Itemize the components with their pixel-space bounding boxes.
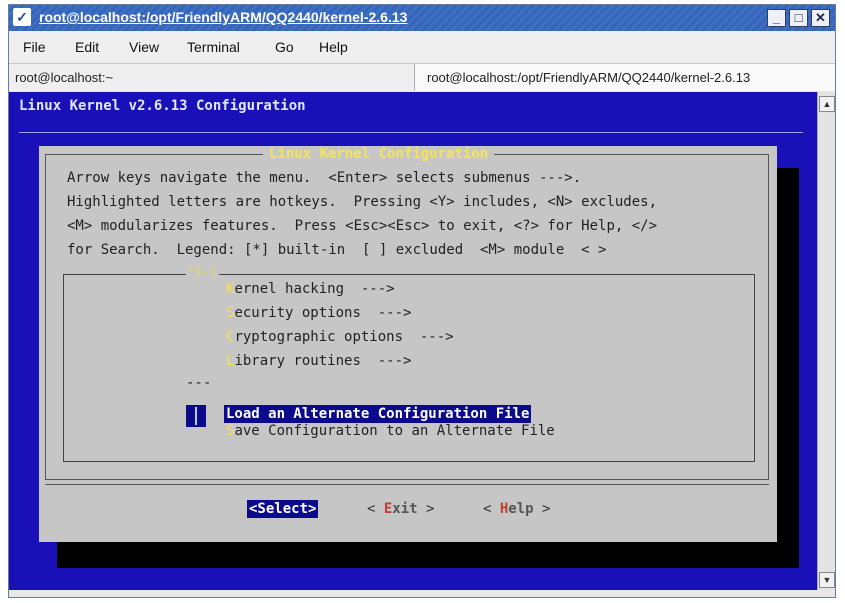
scroll-up-indicator: ^(-)	[186, 265, 219, 279]
scroll-up-arrow-icon[interactable]: ▲	[819, 96, 835, 112]
dialog-title: Linux Kernel Configuration	[263, 146, 495, 162]
menu-item-save-alternate-config[interactable]: Save Configuration to an Alternate File	[226, 423, 555, 439]
help-text: Arrow keys navigate the menu. <Enter> se…	[67, 166, 657, 262]
tab-bar: root@localhost:~ root@localhost:/opt/Fri…	[9, 64, 835, 91]
menu-item-kernel-hacking[interactable]: Kernel hacking --->	[226, 281, 395, 297]
config-header: Linux Kernel v2.6.13 Configuration	[19, 98, 306, 114]
help-line: for Search. Legend: [*] built-in [ ] exc…	[67, 242, 607, 258]
menu-terminal[interactable]: Terminal	[187, 39, 240, 55]
window-title: root@localhost:/opt/FriendlyARM/QQ2440/k…	[39, 9, 408, 25]
menu-item-security-options[interactable]: Security options --->	[226, 305, 411, 321]
help-line: Highlighted letters are hotkeys. Pressin…	[67, 194, 658, 210]
menu-item-library-routines[interactable]: Library routines --->	[226, 353, 411, 369]
title-bar[interactable]: ✓ root@localhost:/opt/FriendlyARM/QQ2440…	[9, 5, 835, 31]
select-button[interactable]: <Select>	[247, 500, 319, 518]
window-menu-icon[interactable]: ✓	[13, 8, 31, 26]
menu-item-cryptographic-options[interactable]: Cryptographic options --->	[226, 329, 454, 345]
menu-list: ^(-) Kernel hacking ---> Security option…	[63, 265, 755, 462]
menu-file[interactable]: File	[23, 39, 46, 55]
menu-help[interactable]: Help	[319, 39, 348, 55]
help-line: <M> modularizes features. Press <Esc><Es…	[67, 218, 658, 234]
maximize-button[interactable]: □	[789, 9, 808, 27]
vertical-scrollbar[interactable]: ▲ ▼	[817, 92, 835, 590]
text-cursor	[186, 405, 206, 427]
tab-kernel[interactable]: root@localhost:/opt/FriendlyARM/QQ2440/k…	[415, 64, 835, 91]
help-line: Arrow keys navigate the menu. <Enter> se…	[67, 170, 582, 186]
menu-go[interactable]: Go	[275, 39, 294, 55]
header-rule	[19, 132, 803, 133]
exit-button[interactable]: < Exit >	[367, 501, 434, 517]
menu-edit[interactable]: Edit	[75, 39, 99, 55]
menu-view[interactable]: View	[129, 39, 159, 55]
config-dialog: Linux Kernel Configuration Arrow keys na…	[39, 146, 777, 542]
menu-bar: File Edit View Terminal Go Help	[9, 31, 835, 64]
button-separator	[45, 484, 769, 485]
terminal-area[interactable]: Linux Kernel v2.6.13 Configuration Linux…	[9, 92, 817, 590]
terminal-window: ✓ root@localhost:/opt/FriendlyARM/QQ2440…	[8, 4, 836, 598]
close-button[interactable]: ✕	[811, 9, 830, 27]
scroll-down-arrow-icon[interactable]: ▼	[819, 572, 835, 588]
menu-item-load-alternate-config[interactable]: Load an Alternate Configuration File	[224, 405, 532, 423]
help-button[interactable]: < Help >	[483, 501, 550, 517]
minimize-button[interactable]: _	[767, 9, 786, 27]
menu-separator: ---	[186, 375, 212, 391]
tab-home[interactable]: root@localhost:~	[9, 64, 415, 91]
